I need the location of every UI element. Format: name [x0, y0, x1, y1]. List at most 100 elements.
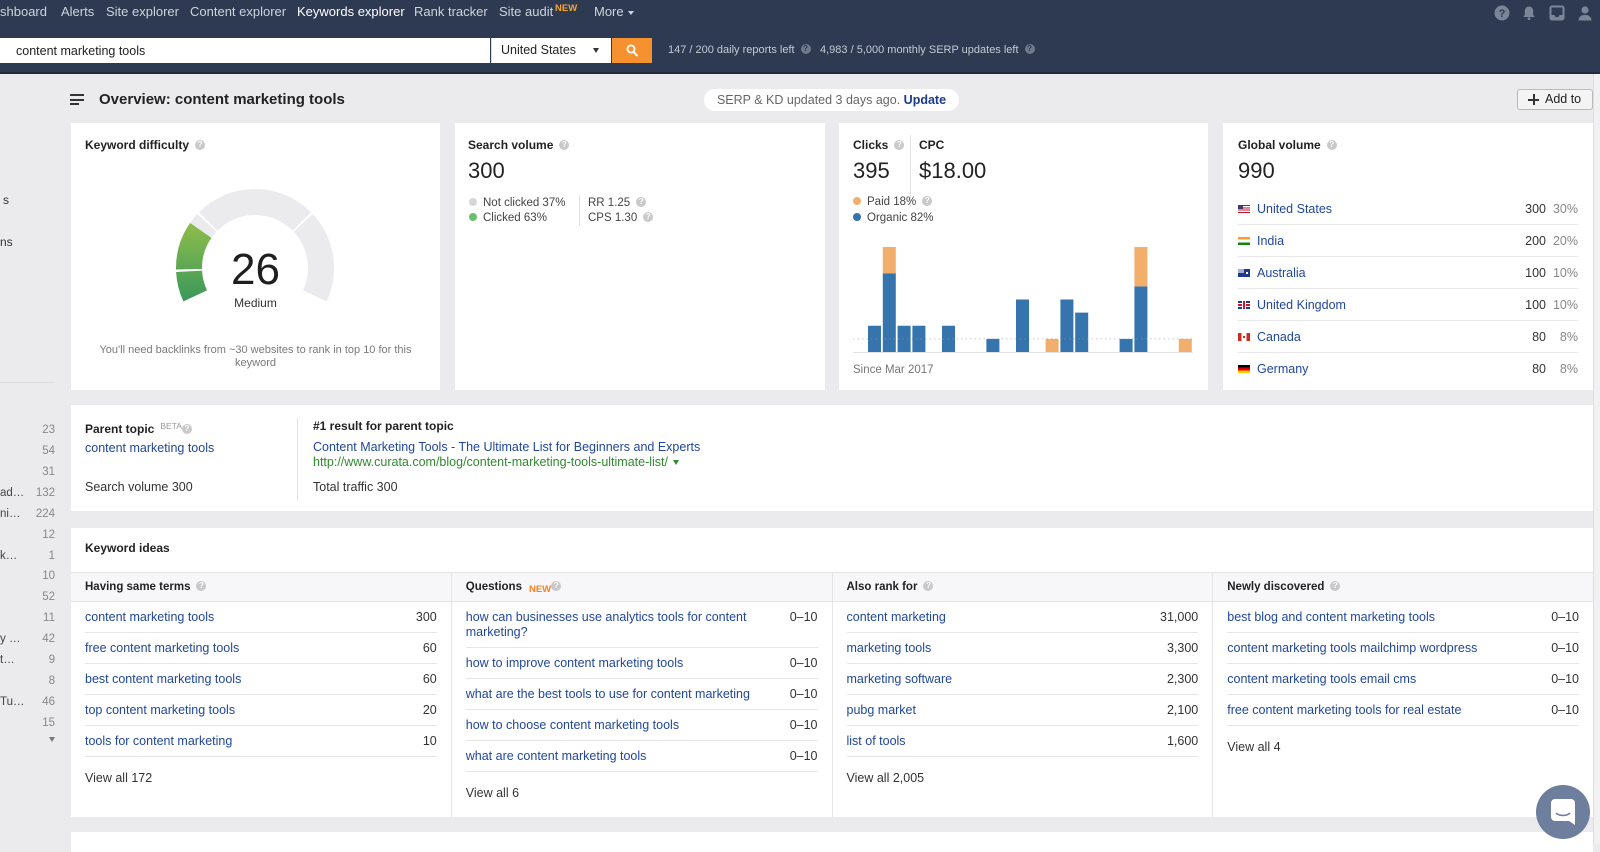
keyword-link[interactable]: how can businesses use analytics tools f… [466, 610, 766, 640]
view-all-link[interactable]: View all 6 [452, 772, 832, 801]
keyword-volume: 3,300 [1166, 641, 1199, 655]
chevron-down-icon[interactable] [628, 11, 634, 15]
nav-rank-tracker[interactable]: Rank tracker [414, 4, 488, 20]
keyword-link[interactable]: content marketing tools [85, 610, 214, 625]
keyword-link[interactable]: how to choose content marketing tools [466, 718, 679, 733]
sidebar-row[interactable]: t… 9 [0, 650, 55, 671]
sidebar-row[interactable]: 52 [0, 587, 55, 608]
country-link[interactable]: United States [1257, 202, 1525, 216]
keyword-search-input[interactable] [0, 38, 490, 63]
sidebar-row[interactable]: 11 [0, 608, 55, 629]
card-title: Global volume [1238, 138, 1337, 152]
country-select[interactable]: United States [491, 38, 611, 63]
keyword-link[interactable]: list of tools [847, 734, 906, 749]
view-all-link[interactable]: View all 2,005 [833, 757, 1213, 786]
sidebar-row[interactable]: 8 [0, 671, 55, 692]
keyword-row: content marketing 31,000 [846, 602, 1199, 633]
column-questions: Questions NEW how can businesses use anal… [451, 573, 833, 817]
sidebar-row[interactable]: 12 [0, 525, 55, 546]
help-icon[interactable] [643, 212, 654, 222]
keyword-link[interactable]: what are content marketing tools [466, 749, 647, 764]
australia-flag-icon [1238, 268, 1250, 277]
nav-site-audit[interactable]: Site audit [499, 4, 553, 20]
chevron-down-icon [593, 48, 599, 53]
user-icon[interactable] [1577, 5, 1593, 21]
menu-icon[interactable] [70, 94, 84, 105]
sidebar-row[interactable]: 54 [0, 441, 55, 462]
sidebar-item[interactable]: s [3, 193, 9, 207]
keyword-link[interactable]: what are the best tools to use for conte… [466, 687, 750, 702]
nav-alerts[interactable]: Alerts [61, 4, 94, 20]
nav-more[interactable]: More [594, 4, 624, 20]
keyword-link[interactable]: content marketing [847, 610, 946, 625]
country-link[interactable]: United Kingdom [1257, 298, 1525, 312]
country-link[interactable]: Canada [1257, 330, 1532, 344]
help-icon[interactable] [636, 197, 647, 207]
keyword-link[interactable]: best content marketing tools [85, 672, 241, 687]
parent-topic-keyword-link[interactable]: content marketing tools [85, 441, 214, 456]
nav-content-explorer[interactable]: Content explorer [190, 4, 286, 20]
show-more-chevron-icon[interactable] [49, 737, 55, 742]
sidebar-row[interactable]: Tu… 46 [0, 692, 55, 713]
sidebar-item[interactable]: ns [0, 235, 13, 249]
sidebar-row[interactable]: 10 [0, 566, 55, 587]
help-icon[interactable] [196, 581, 207, 591]
help-icon[interactable] [559, 140, 570, 150]
inbox-icon[interactable] [1549, 5, 1565, 21]
sidebar-row-label: t… [0, 654, 15, 666]
sidebar-row[interactable]: ad… 132 [0, 483, 55, 504]
parent-topic-label: Parent topic [85, 422, 155, 436]
add-to-button[interactable]: Add to [1517, 89, 1593, 110]
keyword-link[interactable]: content marketing tools email cms [1227, 672, 1416, 687]
help-icon[interactable] [1326, 140, 1337, 150]
help-icon[interactable] [551, 581, 562, 591]
help-icon[interactable] [923, 581, 934, 591]
help-icon[interactable] [922, 196, 933, 206]
help-icon[interactable] [181, 424, 192, 434]
nav-dashboard[interactable]: shboard [0, 4, 47, 20]
nav-site-explorer[interactable]: Site explorer [106, 4, 179, 20]
svg-text:?: ? [1499, 8, 1506, 20]
top-result-title-link[interactable]: Content Marketing Tools - The Ultimate L… [313, 440, 700, 455]
dropdown-caret-icon[interactable] [673, 460, 679, 465]
sidebar-row[interactable]: 23 [0, 420, 55, 441]
sidebar-row[interactable]: 31 [0, 462, 55, 483]
sidebar-row[interactable]: y … 42 [0, 629, 55, 650]
gauge-segment-empty [199, 189, 311, 231]
help-icon[interactable]: ? [1494, 5, 1510, 21]
keyword-link[interactable]: marketing software [847, 672, 953, 687]
keyword-link[interactable]: top content marketing tools [85, 703, 235, 718]
sidebar-row-count: 1 [48, 550, 55, 562]
keyword-link[interactable]: marketing tools [847, 641, 932, 656]
keyword-link[interactable]: content marketing tools mailchimp wordpr… [1227, 641, 1477, 656]
top-result-url-link[interactable]: http://www.curata.com/blog/content-marke… [313, 455, 668, 469]
bell-icon[interactable] [1521, 5, 1537, 21]
sidebar-row[interactable]: 15 [0, 713, 55, 734]
search-button[interactable] [612, 38, 652, 63]
help-icon[interactable] [1330, 581, 1341, 591]
keyword-link[interactable]: pubg market [847, 703, 916, 718]
keyword-link[interactable]: best blog and content marketing tools [1227, 610, 1435, 625]
country-link[interactable]: India [1257, 234, 1525, 248]
update-link[interactable]: Update [904, 93, 946, 107]
view-all-link[interactable]: View all 4 [1213, 726, 1593, 755]
keyword-link[interactable]: free content marketing tools [85, 641, 239, 656]
new-badge: NEW [528, 584, 552, 595]
country-link[interactable]: Germany [1257, 362, 1532, 376]
sidebar-row[interactable]: k… 1 [0, 546, 55, 567]
help-icon[interactable] [800, 44, 811, 54]
keyword-link[interactable]: how to improve content marketing tools [466, 656, 683, 671]
keyword-volume: 0–10 [789, 687, 818, 701]
keyword-link[interactable]: free content marketing tools for real es… [1227, 703, 1461, 718]
page-scrollbar[interactable] [1593, 74, 1600, 844]
chat-widget-button[interactable] [1536, 785, 1590, 839]
help-icon[interactable] [1024, 44, 1035, 54]
nav-keywords-explorer[interactable]: Keywords explorer [297, 4, 405, 20]
help-icon[interactable] [894, 140, 905, 150]
view-all-link[interactable]: View all 172 [71, 757, 451, 786]
country-link[interactable]: Australia [1257, 266, 1525, 280]
sidebar-row[interactable]: ni… 224 [0, 504, 55, 525]
country-share: 10% [1552, 265, 1578, 280]
beta-badge: BETA [160, 421, 182, 431]
keyword-link[interactable]: tools for content marketing [85, 734, 232, 749]
